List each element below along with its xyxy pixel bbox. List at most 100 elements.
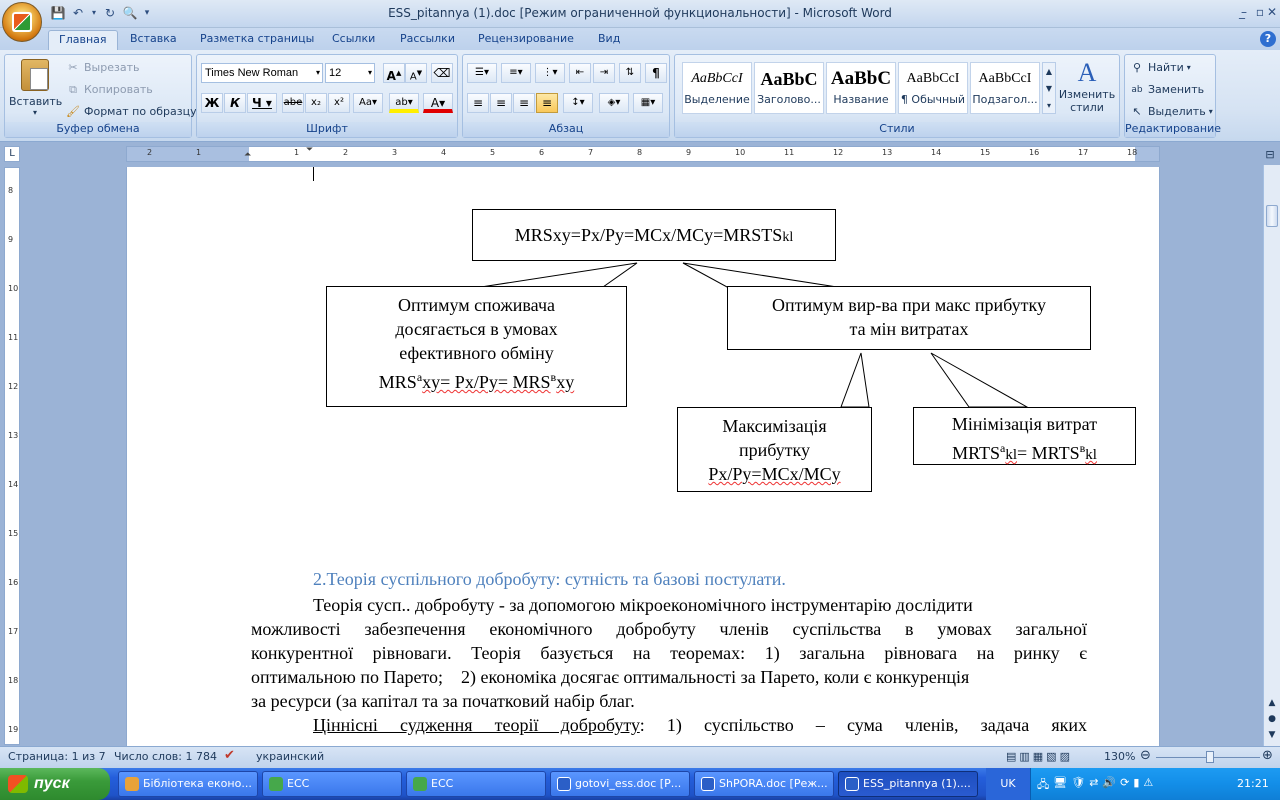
select-button[interactable]: ↖ Выделить ▾ — [1129, 103, 1212, 119]
decrease-indent-button[interactable]: ⇤ — [569, 63, 591, 83]
align-left-button[interactable]: ≡ — [467, 93, 489, 113]
producer-line: Оптимум вир-ва при макс прибутку — [772, 295, 1046, 315]
usb-icon[interactable]: ⇄ — [1089, 776, 1098, 795]
language[interactable]: украинский — [256, 750, 324, 763]
language-indicator[interactable]: UK — [986, 768, 1030, 800]
tab-home[interactable]: Главная — [48, 30, 118, 50]
bold-button[interactable]: Ж — [201, 93, 223, 113]
network-icon[interactable]: 🖧 — [1037, 776, 1049, 795]
increase-indent-button[interactable]: ⇥ — [593, 63, 615, 83]
vertical-scrollbar[interactable]: ▲ ● ▼ — [1263, 165, 1280, 747]
shading-button[interactable]: ◈▾ — [599, 93, 629, 113]
bullets-button[interactable]: ☰▾ — [467, 63, 497, 83]
office-button[interactable] — [2, 2, 42, 42]
find-button[interactable]: ⚲ Найти ▾ — [1129, 59, 1191, 75]
chevron-down-icon: ▾ — [367, 68, 372, 77]
style-tile-heading[interactable]: AaBbC Заголово... — [754, 62, 824, 114]
clear-formatting-button[interactable]: ⌫ — [431, 63, 453, 83]
highlight-button[interactable]: ab▾ — [389, 93, 419, 113]
battery-icon[interactable]: ▮ — [1133, 776, 1139, 795]
shrink-font-button[interactable]: A▼ — [405, 63, 427, 83]
grow-font-button[interactable]: A▲ — [383, 63, 405, 83]
status-bar: Страница: 1 из 7 Число слов: 1 784 ✔ укр… — [0, 746, 1280, 768]
paragraph-line: за ресурси (за капітал та за початковий … — [251, 691, 635, 711]
align-center-button[interactable]: ≡ — [490, 93, 512, 113]
view-buttons-icon[interactable]: ▤▥▦▧▨ — [1006, 750, 1073, 763]
zoom-in-icon[interactable]: ⊕ — [1262, 748, 1273, 763]
borders-button[interactable]: ▦▾ — [633, 93, 663, 113]
format-painter-button[interactable]: 🖌 Формат по образцу — [65, 103, 197, 119]
clock: 21:21 — [1237, 777, 1269, 790]
style-sample: AaBbCcI — [906, 71, 960, 86]
ruler-tick-label: 5 — [490, 148, 496, 157]
change-case-button[interactable]: Aa▾ — [353, 93, 383, 113]
cut-button[interactable]: ✂ Вырезать — [65, 59, 139, 75]
proofing-icon[interactable]: ✔ — [224, 748, 235, 763]
left-indent-marker[interactable]: ⏶ — [244, 150, 251, 160]
security-icon[interactable]: ⚠ — [1143, 776, 1153, 795]
zoom-out-icon[interactable]: ⊖ — [1140, 748, 1151, 763]
page-count[interactable]: Страница: 1 из 7 — [8, 750, 106, 763]
sort-button[interactable]: ⇅ — [619, 63, 641, 83]
tab-review[interactable]: Рецензирование — [468, 30, 584, 50]
windows-logo-icon — [8, 775, 28, 793]
show-marks-button[interactable]: ¶ — [645, 63, 667, 83]
antivirus-icon[interactable]: 🛡 — [1071, 776, 1085, 795]
underline-button[interactable]: Ч ▾ — [247, 93, 277, 113]
zoom-slider-thumb[interactable] — [1206, 751, 1214, 763]
ruler-tick-label: 14 — [8, 480, 19, 489]
document-page[interactable]: MRSxy=Px/Py=MCx/MCy=MRSTSkl Оптимум спож… — [126, 167, 1160, 747]
monitor-icon[interactable]: 🖥 — [1053, 776, 1067, 795]
styles-scroll[interactable]: ▲ ▼ ▾ — [1042, 62, 1056, 114]
taskbar-item[interactable]: ЕСС — [262, 771, 402, 797]
browse-object-icon[interactable]: ▲ ● ▼ — [1265, 695, 1279, 743]
word-count[interactable]: Число слов: 1 784 — [114, 750, 217, 763]
tab-selector[interactable]: L — [4, 146, 20, 162]
style-tile-title[interactable]: AaBbC Название — [826, 62, 896, 114]
subscript-button[interactable]: x₂ — [305, 93, 327, 113]
change-styles-button[interactable]: A Изменить стили — [1058, 58, 1116, 120]
ruler-tick-label: 1 — [294, 148, 300, 157]
consumer-optimum-box: Оптимум споживача досягається в умовах е… — [326, 286, 627, 407]
tab-references[interactable]: Ссылки — [322, 30, 385, 50]
tab-mailings[interactable]: Рассылки — [390, 30, 465, 50]
justify-button[interactable]: ≡ — [536, 93, 558, 113]
view-ruler-icon[interactable]: ⊟ — [1262, 148, 1278, 162]
first-line-indent-marker[interactable]: ⏷ — [306, 145, 313, 155]
ruler-tick-label: 15 — [980, 148, 991, 157]
font-size-combo[interactable]: 12 ▾ — [325, 63, 375, 83]
replace-button[interactable]: ab Заменить — [1129, 81, 1204, 97]
zoom-level[interactable]: 130% — [1104, 750, 1135, 763]
taskbar-item-active[interactable]: ESS_pitannya (1).... — [838, 771, 978, 797]
tab-view[interactable]: Вид — [588, 30, 630, 50]
taskbar-item[interactable]: ShPORA.doc [Реж... — [694, 771, 834, 797]
superscript-button[interactable]: x² — [328, 93, 350, 113]
font-name-combo[interactable]: Times New Roman ▾ — [201, 63, 323, 83]
clipboard-group-label: Буфер обмена — [5, 122, 191, 137]
italic-button[interactable]: К — [224, 93, 246, 113]
font-color-button[interactable]: A▾ — [423, 93, 453, 113]
taskbar-item[interactable]: gotovi_ess.doc [Р... — [550, 771, 690, 797]
volume-icon[interactable]: 🔊 — [1102, 776, 1116, 795]
style-name: Подзагол... — [972, 93, 1038, 106]
update-icon[interactable]: ⟳ — [1120, 776, 1129, 795]
align-right-button[interactable]: ≡ — [513, 93, 535, 113]
style-tile-emphasis[interactable]: AaBbCcI Выделение — [682, 62, 752, 114]
scroll-thumb[interactable] — [1266, 205, 1278, 227]
style-tile-normal[interactable]: AaBbCcI ¶ Обычный — [898, 62, 968, 114]
paste-button[interactable]: Вставить ▾ — [9, 57, 62, 119]
producer-optimum-box: Оптимум вир-ва при макс прибутку та мін … — [727, 286, 1091, 350]
tray-icons: 🖧 🖥 🛡 ⇄ 🔊 ⟳ ▮ ⚠ — [1037, 776, 1153, 795]
numbering-button[interactable]: ≡▾ — [501, 63, 531, 83]
style-tile-subtitle[interactable]: AaBbCcI Подзагол... — [970, 62, 1040, 114]
line-spacing-button[interactable]: ↕▾ — [563, 93, 593, 113]
multilevel-list-button[interactable]: ⋮▾ — [535, 63, 565, 83]
tab-page-layout[interactable]: Разметка страницы — [190, 30, 324, 50]
help-icon[interactable]: ? — [1260, 31, 1276, 47]
tab-insert[interactable]: Вставка — [120, 30, 187, 50]
copy-button[interactable]: ⧉ Копировать — [65, 81, 153, 97]
taskbar-item[interactable]: Бібліотека еконо... — [118, 771, 258, 797]
strikethrough-button[interactable]: abe — [282, 93, 304, 113]
taskbar-item[interactable]: ЕСС — [406, 771, 546, 797]
close-icon[interactable]: ✕ — [1264, 4, 1280, 22]
